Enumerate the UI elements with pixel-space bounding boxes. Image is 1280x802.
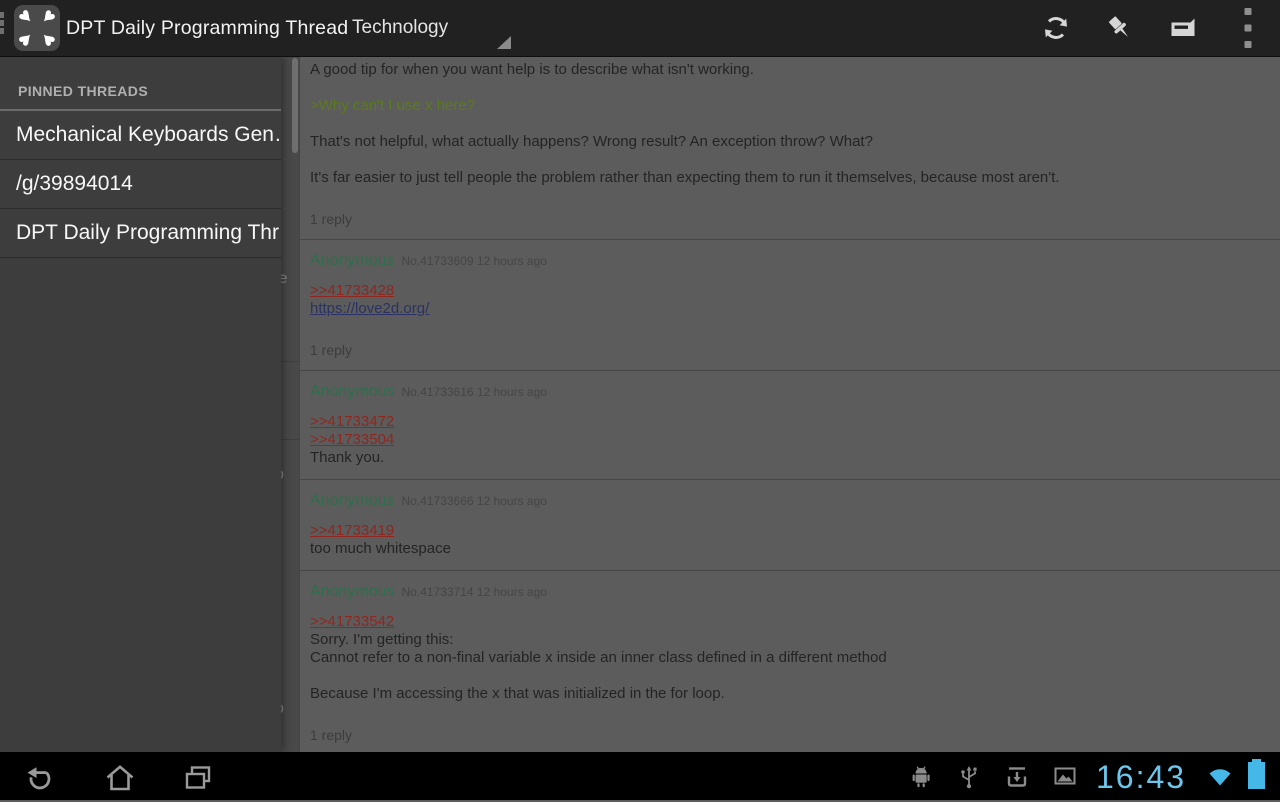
background-scrollbar-thumb — [292, 58, 298, 153]
wifi-icon — [1206, 764, 1234, 793]
pin-thread-button[interactable] — [1096, 0, 1144, 56]
back-button[interactable] — [22, 760, 58, 801]
quote-link[interactable]: >>41733542 — [310, 613, 394, 631]
screenshot-status-icon — [1052, 763, 1078, 794]
pushpin-icon — [1104, 12, 1136, 44]
reply-count[interactable]: 1 reply — [310, 211, 1270, 227]
recents-button[interactable] — [180, 760, 216, 801]
android-debug-status-icon — [908, 763, 934, 794]
quote-link[interactable]: >>41733428 — [310, 282, 394, 300]
system-nav-bar: 16:43 — [0, 752, 1280, 800]
post[interactable]: Anonymous No.41733666 12 hours ago >>4173… — [300, 480, 1280, 571]
background-text-fragment: o — [281, 701, 284, 717]
quote-link[interactable]: >>41733472 — [310, 413, 394, 431]
spinner-caret-icon — [497, 36, 511, 49]
url-link[interactable]: https://love2d.org/ — [310, 300, 429, 318]
drawer-indicator-icon[interactable] — [0, 12, 4, 36]
reply-count[interactable]: 1 reply — [310, 727, 1270, 743]
pane-divider-line — [281, 361, 299, 362]
board-spinner[interactable]: Technology — [352, 0, 448, 56]
post-text-line: Sorry. I'm getting this: — [310, 631, 1270, 649]
drawer-item-mechanical-keyboards[interactable]: Mechanical Keyboards Gen… — [0, 111, 281, 160]
overflow-menu-button[interactable] — [1224, 0, 1272, 56]
post-text-line: That's not helpful, what actually happen… — [310, 133, 1270, 151]
overflow-dots-icon — [1240, 6, 1256, 50]
home-button[interactable] — [102, 760, 138, 801]
post-meta: No.41733714 12 hours ago — [402, 585, 547, 599]
post[interactable]: A good tip for when you want help is to … — [300, 57, 1280, 240]
thread-title: DPT Daily Programming Thread — [66, 0, 348, 56]
blank-line — [310, 667, 1270, 685]
home-icon — [102, 760, 138, 796]
drawer-header-label: PINNED THREADS — [0, 57, 281, 111]
pane-divider-line — [281, 439, 299, 440]
post-text-line: Thank you. — [310, 449, 1270, 467]
background-text-fragment: le — [281, 271, 287, 287]
pinned-threads-drawer: PINNED THREADS Mechanical Keyboards Gen…… — [0, 57, 281, 752]
post-text-line: It's far easier to just tell people the … — [310, 169, 1270, 187]
quote-link[interactable]: >>41733419 — [310, 522, 394, 540]
post-text-line: A good tip for when you want help is to … — [310, 61, 1270, 79]
post-text-line: too much whitespace — [310, 540, 1270, 558]
post-meta: No.41733616 12 hours ago — [402, 385, 547, 399]
poster-name: Anonymous — [310, 492, 395, 509]
thread-pane: A good tip for when you want help is to … — [299, 57, 1280, 752]
drawer-item-dpt-thread[interactable]: DPT Daily Programming Thr… — [0, 209, 281, 258]
clock: 16:43 — [1096, 752, 1186, 800]
clover-leaf: ♥ — [32, 23, 65, 56]
download-status-icon — [1004, 763, 1030, 794]
post-text-line: Cannot refer to a non-final variable x i… — [310, 649, 1270, 667]
usb-status-icon — [956, 763, 982, 794]
post[interactable]: Anonymous No.41733609 12 hours ago >>4173… — [300, 240, 1280, 371]
post[interactable]: Anonymous No.41733616 12 hours ago >>4173… — [300, 371, 1280, 480]
battery-icon — [1248, 762, 1265, 789]
action-bar: ♥ ♥ ♥ ♥ DPT Daily Programming Thread Tec… — [0, 0, 1280, 57]
back-icon — [22, 760, 58, 796]
refresh-button[interactable] — [1032, 0, 1080, 56]
post-meta: No.41733666 12 hours ago — [402, 494, 547, 508]
greentext-line: >Why can't I use x here? — [310, 97, 1270, 115]
poster-name: Anonymous — [310, 252, 395, 269]
post-text-line: Because I'm accessing the x that was ini… — [310, 685, 1270, 703]
app-logo-clover-icon[interactable]: ♥ ♥ ♥ ♥ — [14, 5, 60, 51]
reply-button[interactable] — [1159, 0, 1207, 56]
poster-name: Anonymous — [310, 583, 395, 600]
post-meta: No.41733609 12 hours ago — [402, 254, 547, 268]
poster-name: Anonymous — [310, 383, 395, 400]
reply-count[interactable]: 1 reply — [310, 342, 1270, 358]
refresh-icon — [1040, 12, 1072, 44]
background-text-fragment: o — [281, 467, 284, 483]
reply-comment-icon — [1167, 12, 1199, 44]
drawer-item-g-thread[interactable]: /g/39894014 — [0, 160, 281, 209]
post[interactable]: Anonymous No.41733714 12 hours ago >>4173… — [300, 571, 1280, 752]
recents-icon — [180, 760, 216, 796]
quote-link[interactable]: >>41733504 — [310, 431, 394, 449]
dimmed-background-pane-strip: le ' o o — [281, 57, 299, 752]
